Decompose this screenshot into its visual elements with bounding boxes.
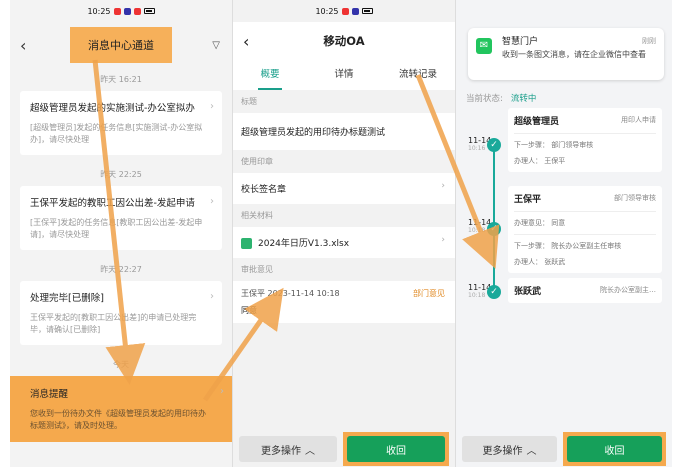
status-time: 10:25 — [315, 6, 339, 16]
filter-icon[interactable]: ▽ — [212, 40, 220, 51]
more-actions-button[interactable]: 更多操作 ︿ — [462, 436, 557, 462]
chevron-right-icon: › — [210, 291, 214, 302]
timeline-card: 超级管理员 用印人申请 下一步骤： 部门领导审核 办理人： 王保平 — [508, 108, 662, 172]
message-title: 处理完毕[已删除] — [30, 293, 104, 304]
page-title: 移动OA — [323, 34, 365, 48]
battery-icon — [143, 8, 155, 14]
app-icon — [341, 7, 349, 15]
message-title: 超级管理员发起的实施测试-办公室拟办 — [30, 103, 195, 114]
material-value: 2024年日历V1.3.xlsx — [258, 239, 350, 249]
opinion-text: 同意 — [241, 306, 257, 315]
message-desc: [超级管理员]发起的任务信息[实施测试-办公室拟办]，请尽快处理 — [30, 123, 203, 144]
notification-body: 收到一条图文消息，请在企业微信中查看 — [502, 50, 646, 59]
status-bar: 10:25 — [233, 0, 455, 22]
app-icon — [351, 7, 359, 15]
step-role: 部门领导审核 — [614, 194, 656, 202]
status-time: 10:25 — [87, 6, 111, 16]
timestamp: 昨天 16:21 — [100, 75, 142, 84]
withdraw-button[interactable]: 收回 — [567, 436, 662, 462]
excel-file-icon — [241, 238, 252, 249]
step-line: 办理人： 张跃武 — [514, 258, 566, 266]
step-line: 下一步骤： 部门领导审核 — [514, 141, 594, 149]
submit-highlight: 收回 — [343, 432, 449, 466]
tab-flow-record[interactable]: 流转记录 — [381, 60, 455, 90]
seal-row[interactable]: 校长签名章 › — [233, 173, 455, 204]
material-row[interactable]: 2024年日历V1.3.xlsx › — [233, 227, 455, 258]
tab-summary[interactable]: 概要 — [233, 60, 307, 90]
check-icon: ✓ — [487, 138, 501, 152]
app-icon — [123, 7, 131, 15]
tab-bar: 概要 详情 流转记录 — [233, 60, 455, 90]
chevron-right-icon: › — [210, 101, 214, 112]
notification-title: 智慧门户 — [502, 37, 539, 47]
nav-bar: ‹ 移动OA — [233, 22, 455, 60]
notification-banner[interactable]: ✉ 智慧门户 刚刚 收到一条图文消息，请在企业微信中查看 — [468, 28, 664, 80]
current-state: 当前状态: 流转中 — [466, 92, 536, 104]
message-desc: 您收到一份待办文件《超级管理员发起的用印待办标题测试》，请及时处理。 — [30, 409, 206, 430]
opinion-row: 王保平 2023-11-14 10:18 部门意见 同意 — [233, 281, 455, 323]
notification-time: 刚刚 — [642, 37, 656, 45]
chevron-right-icon: › — [210, 196, 214, 207]
chevron-right-icon: › — [441, 181, 445, 191]
mobile-oa-panel: 10:25 ‹ 移动OA 概要 详情 流转记录 标题 超级管理员发起的用印待办标… — [232, 0, 455, 467]
title-value: 超级管理员发起的用印待办标题测试 — [233, 113, 455, 150]
timeline-card: 张跃武 院长办公室副主… — [508, 278, 662, 303]
message-card[interactable]: 王保平发起的教职工因公出差-发起申请 [王保平]发起的任务信息[教职工因公出差-… — [20, 186, 222, 250]
more-actions-label: 更多操作 — [482, 445, 523, 457]
section-label: 使用印章 — [241, 157, 273, 166]
message-desc: 王保平发起的[教职工因公出差]的申请已处理完毕，请确认[已删除] — [30, 313, 197, 334]
state-label: 当前状态: — [466, 94, 503, 104]
back-icon[interactable]: ‹ — [20, 36, 26, 55]
withdraw-button[interactable]: 收回 — [347, 436, 445, 462]
submit-highlight: 收回 — [563, 432, 666, 466]
page-title: 消息中心通道 — [70, 27, 172, 63]
state-value: 流转中 — [510, 94, 537, 104]
nav-bar: ‹ 消息中心通道 ▽ — [10, 22, 232, 68]
chevron-right-icon: › — [220, 386, 224, 397]
section-label: 审批意见 — [241, 265, 273, 274]
message-desc: [王保平]发起的任务信息[教职工因公出差-发起申请]，请尽快处理 — [30, 218, 203, 239]
flow-record-panel: ✉ 智慧门户 刚刚 收到一条图文消息，请在企业微信中查看 当前状态: 流转中 11… — [455, 0, 672, 467]
app-icon — [133, 7, 141, 15]
opinion-tag: 部门意见 — [413, 289, 445, 298]
timeline-card: 王保平 部门领导审核 办理意见： 同意 下一步骤： 院长办公室副主任审核 办理人… — [508, 186, 662, 273]
message-center-panel: 10:25 ‹ 消息中心通道 ▽ 昨天 16:21 超级管理员发起的实施测试-办… — [10, 0, 232, 467]
more-actions-label: 更多操作 — [261, 445, 301, 457]
message-title: 王保平发起的教职工因公出差-发起申请 — [30, 198, 195, 209]
timestamp: 昨天 22:25 — [100, 170, 142, 179]
message-card-highlight[interactable]: 消息提醒 您收到一份待办文件《超级管理员发起的用印待办标题测试》，请及时处理。 … — [10, 376, 232, 442]
timeline-line — [493, 140, 495, 295]
bottom-action-bar: 更多操作 ︿ 收回 — [456, 431, 672, 467]
app-icon — [113, 7, 121, 15]
chevron-up-icon: ︿ — [305, 445, 315, 457]
section-label: 相关材料 — [241, 211, 273, 220]
step-role: 用印人申请 — [621, 116, 656, 124]
section-label: 标题 — [241, 97, 257, 106]
seal-value: 校长签名章 — [241, 185, 287, 195]
back-icon[interactable]: ‹ — [243, 32, 249, 51]
step-line: 下一步骤： 院长办公室副主任审核 — [514, 242, 622, 250]
timestamp: 昨天 22:27 — [100, 265, 142, 274]
check-icon: ✓ — [487, 285, 501, 299]
message-card[interactable]: 处理完毕[已删除] 王保平发起的[教职工因公出差]的申请已处理完毕，请确认[已删… — [20, 281, 222, 345]
step-line: 办理人： 王保平 — [514, 157, 566, 165]
message-card[interactable]: 超级管理员发起的实施测试-办公室拟办 [超级管理员]发起的任务信息[实施测试-办… — [20, 91, 222, 155]
wechat-icon: ✉ — [476, 38, 492, 54]
chevron-right-icon: › — [441, 235, 445, 245]
chevron-up-icon: ︿ — [526, 445, 537, 457]
step-role: 院长办公室副主… — [600, 286, 656, 294]
battery-icon — [361, 8, 373, 14]
message-title: 消息提醒 — [30, 389, 69, 400]
status-bar: 10:25 — [10, 0, 232, 22]
timestamp: 今天 — [113, 360, 129, 369]
bottom-action-bar: 更多操作 ︿ 收回 — [233, 431, 455, 467]
step-line: 办理意见： 同意 — [514, 219, 566, 227]
more-actions-button[interactable]: 更多操作 ︿ — [239, 436, 337, 462]
check-icon: ✓ — [487, 222, 501, 236]
tab-detail[interactable]: 详情 — [307, 60, 381, 90]
